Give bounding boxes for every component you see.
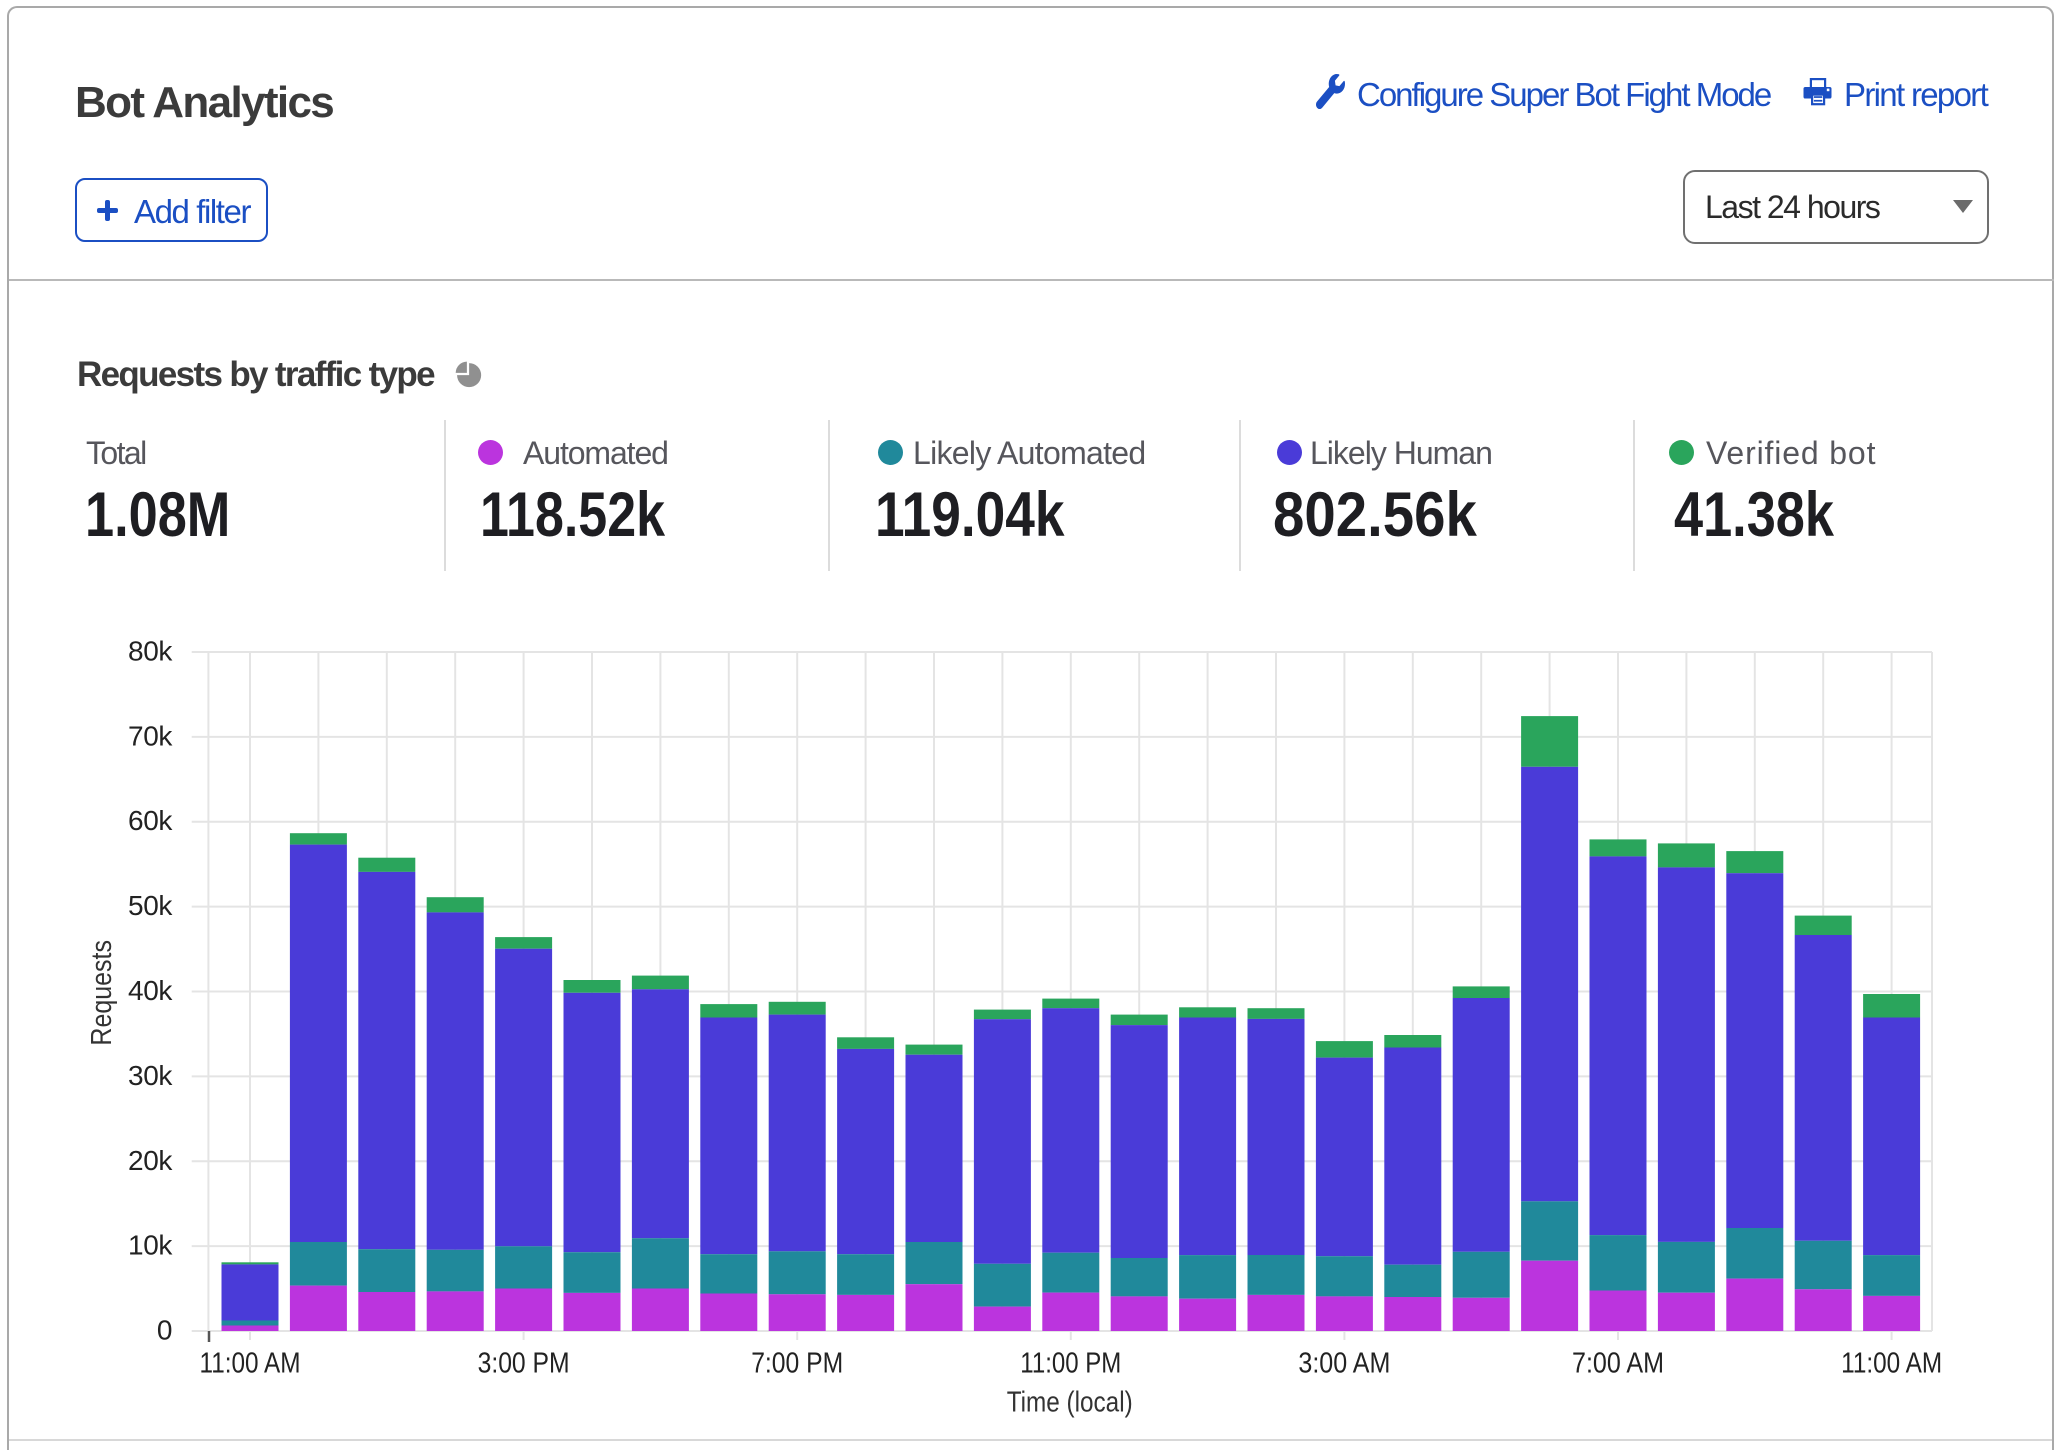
svg-text:80k: 80k [128, 636, 173, 667]
svg-text:0: 0 [157, 1315, 172, 1346]
svg-text:7:00 AM: 7:00 AM [1572, 1347, 1664, 1379]
svg-text:40k: 40k [128, 975, 173, 1006]
svg-text:10k: 10k [128, 1230, 173, 1261]
svg-text:60k: 60k [128, 805, 173, 836]
svg-text:20k: 20k [128, 1145, 173, 1176]
svg-text:3:00 PM: 3:00 PM [478, 1347, 570, 1379]
svg-text:70k: 70k [128, 720, 173, 751]
svg-text:Time (local): Time (local) [1007, 1386, 1133, 1418]
svg-text:11:00 AM: 11:00 AM [200, 1347, 301, 1379]
svg-text:50k: 50k [128, 890, 173, 921]
svg-text:11:00 AM: 11:00 AM [1841, 1347, 1942, 1379]
svg-text:7:00 PM: 7:00 PM [751, 1347, 843, 1379]
svg-text:30k: 30k [128, 1060, 173, 1091]
svg-text:3:00 AM: 3:00 AM [1298, 1347, 1390, 1379]
svg-text:11:00 PM: 11:00 PM [1020, 1347, 1121, 1379]
svg-text:Requests: Requests [86, 940, 118, 1046]
